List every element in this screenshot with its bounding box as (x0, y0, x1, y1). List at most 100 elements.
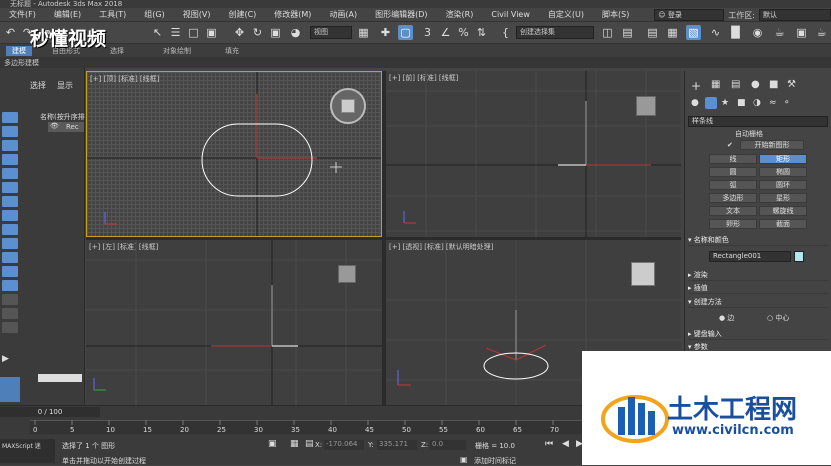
modify-tab-icon[interactable]: ▦ (711, 79, 720, 90)
rollout-interpolation[interactable]: ▸ 插值 (688, 283, 828, 294)
type-helix-button[interactable]: 螺旋线 (759, 206, 807, 216)
menu-rendering[interactable]: 渲染(R) (437, 9, 483, 20)
filter-all-icon[interactable] (2, 280, 18, 291)
type-text-button[interactable]: 文本 (709, 206, 757, 216)
y-coordinate-field[interactable]: 335.171 (377, 440, 417, 450)
cameras-icon[interactable]: ■ (737, 98, 746, 108)
space-warps-icon[interactable]: ≈ (769, 98, 777, 108)
expand-arrow-icon[interactable]: ▶ (2, 354, 9, 364)
workspace-dropdown[interactable]: 默认 (759, 9, 831, 21)
snaps-toggle-icon[interactable]: 3 (420, 25, 435, 40)
move-icon[interactable]: ✥ (232, 25, 247, 40)
z-coordinate-field[interactable]: 0.0 (430, 440, 466, 450)
filter-spacewarps-icon[interactable] (2, 182, 18, 193)
rendered-frame-icon[interactable]: ▣ (794, 25, 809, 40)
select-object-icon[interactable]: ↖ (150, 25, 165, 40)
type-circle-button[interactable]: 圆 (709, 167, 757, 177)
scene-explorer-icon[interactable]: ▤ (645, 25, 660, 40)
object-name-input[interactable]: Rectangle001 (709, 251, 791, 262)
filter-lights-icon[interactable] (2, 140, 18, 151)
ribbon-tab-selection[interactable]: 选择 (110, 46, 124, 56)
scale-icon[interactable]: ▣ (268, 25, 283, 40)
type-section-button[interactable]: 截面 (759, 219, 807, 229)
pivot-icon[interactable]: ▦ (356, 25, 371, 40)
start-new-shape-check-icon[interactable]: ✔ (727, 141, 733, 149)
type-donut-button[interactable]: 圆环 (759, 180, 807, 190)
polygon-modeling-label[interactable]: 多边形建模 (4, 58, 39, 68)
previous-frame-icon[interactable]: ◀ (562, 439, 569, 449)
geometry-icon[interactable]: ● (691, 98, 699, 108)
menu-file[interactable]: 文件(F) (0, 9, 45, 20)
spinner-snap-icon[interactable]: ⇅ (474, 25, 489, 40)
curve-editor-icon[interactable]: ∿ (708, 25, 723, 40)
reference-coordinate-dropdown[interactable]: 视图 (310, 26, 352, 39)
filter-bones-icon[interactable] (2, 224, 18, 235)
menu-edit[interactable]: 编辑(E) (45, 9, 90, 20)
ribbon-tab-object-paint[interactable]: 对象绘制 (163, 46, 191, 56)
type-arc-button[interactable]: 弧 (709, 180, 757, 190)
filter-groups-icon[interactable] (2, 196, 18, 207)
schematic-view-icon[interactable]: █ (728, 25, 743, 40)
scene-tab-select[interactable]: 选择 (30, 80, 46, 91)
find-icon[interactable] (2, 322, 18, 333)
rollout-rendering[interactable]: ▸ 渲染 (688, 270, 828, 281)
menu-scripting[interactable]: 脚本(S) (593, 9, 638, 20)
type-ellipse-button[interactable]: 椭圆 (759, 167, 807, 177)
toggle-ribbon-icon[interactable]: ▧ (686, 25, 701, 40)
systems-icon[interactable]: ⚬ (783, 98, 791, 108)
material-editor-icon[interactable]: ◉ (750, 25, 765, 40)
menu-create[interactable]: 创建(C) (219, 9, 265, 20)
utilities-tab-icon[interactable]: ⚒ (787, 79, 796, 90)
viewport-top[interactable]: [+] [顶] [标准] [线框] (86, 71, 382, 237)
isolate-selection-icon[interactable]: ▣ (268, 439, 277, 449)
x-coordinate-field[interactable]: -170.064 (324, 440, 364, 450)
select-by-name-icon[interactable]: ☰ (168, 25, 183, 40)
eye-icon[interactable]: 👁 (50, 122, 59, 130)
angle-snap-icon[interactable]: ∠ (438, 25, 453, 40)
filter-containers-icon[interactable] (2, 238, 18, 249)
viewcube-front-icon[interactable] (636, 96, 656, 116)
filter-frozen-icon[interactable] (2, 252, 18, 263)
menu-group[interactable]: 组(G) (135, 9, 173, 20)
ribbon-tab-populate[interactable]: 填充 (225, 46, 239, 56)
align-icon[interactable]: ▤ (620, 25, 635, 40)
filter-xrefs-icon[interactable] (2, 210, 18, 221)
menu-graph-editors[interactable]: 图形编辑器(D) (366, 9, 436, 20)
viewport-front[interactable]: [+] [前] [标准] [线框] (386, 71, 681, 237)
viewcube-persp-icon[interactable] (631, 262, 655, 286)
menu-views[interactable]: 视图(V) (174, 9, 220, 20)
menu-customize[interactable]: 自定义(U) (539, 9, 593, 20)
radio-center[interactable]: ○ 中心 (767, 313, 789, 323)
menu-civil-view[interactable]: Civil View (482, 10, 539, 19)
lights-icon[interactable]: ★ (721, 98, 729, 108)
rollout-name-color[interactable]: ▾ 名称和颜色 (688, 235, 828, 246)
hierarchy-tab-icon[interactable]: ▤ (731, 79, 740, 90)
auto-grid-checkbox[interactable]: 自动栅格 (735, 129, 763, 139)
rollout-keyboard-entry[interactable]: ▸ 键盘输入 (688, 329, 828, 340)
window-crossing-icon[interactable]: ▣ (204, 25, 219, 40)
display-tab-icon[interactable]: ■ (769, 79, 778, 90)
filter-shapes-icon[interactable] (2, 126, 18, 137)
time-slider[interactable]: 0 / 100 (0, 407, 100, 417)
rotate-icon[interactable]: ↻ (250, 25, 265, 40)
place-icon[interactable]: ◕ (288, 25, 303, 40)
scene-tab-display[interactable]: 显示 (57, 80, 73, 91)
start-new-shape-button[interactable]: 开始新图形 (740, 140, 804, 150)
viewport-left[interactable]: [+] [左] [标准] [线框] (86, 240, 382, 405)
shapes-icon[interactable] (705, 97, 717, 109)
type-ngon-button[interactable]: 多边形 (709, 193, 757, 203)
maxscript-listener[interactable]: MAXScript 迷 (0, 439, 55, 463)
scene-horizontal-scrollbar[interactable] (38, 374, 82, 382)
radio-edge[interactable]: ● 边 (719, 313, 734, 323)
filter-geometry-icon[interactable] (2, 112, 18, 123)
ribbon-tab-modeling[interactable]: 建模 (6, 46, 32, 56)
filter-hidden-icon[interactable] (2, 266, 18, 277)
render-setup-icon[interactable]: ☕ (772, 25, 787, 40)
type-rectangle-button[interactable]: 矩形 (759, 154, 807, 164)
absolute-mode-icon[interactable]: ▤ (305, 439, 314, 449)
viewcube-left-icon[interactable] (338, 265, 356, 283)
time-tag-icon[interactable]: ▣ (460, 455, 468, 464)
menu-tools[interactable]: 工具(T) (90, 9, 135, 20)
menu-modifiers[interactable]: 修改器(M) (265, 9, 320, 20)
motion-tab-icon[interactable]: ● (751, 79, 760, 90)
